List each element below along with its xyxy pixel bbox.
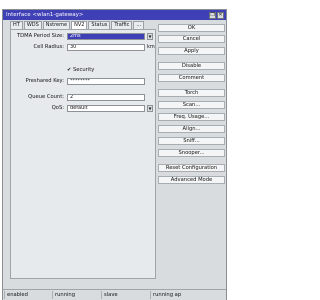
title-bar[interactable]: Interface <wlan1-gateway> ❐ ✕ [3, 10, 226, 20]
freq-usage-button[interactable]: Freq. Usage... [158, 113, 225, 121]
security-checkbox[interactable]: ✔ Security [67, 67, 94, 74]
tab-more[interactable]: ... [133, 21, 145, 29]
preshared-key-label: Preshared Key: [25, 78, 64, 84]
tab-status[interactable]: Status [88, 21, 111, 29]
queue-count-input[interactable]: 2 [67, 94, 145, 101]
status-enabled: enabled [4, 291, 53, 299]
tdma-period-select[interactable]: 2ms [67, 33, 145, 40]
security-label: Security [73, 67, 95, 73]
apply-button[interactable]: Apply [158, 47, 225, 55]
ok-button[interactable]: OK [158, 24, 225, 32]
chevron-down-icon[interactable]: ▼ [147, 33, 153, 40]
chevron-down-icon[interactable]: ▼ [147, 105, 153, 112]
snooper-button[interactable]: Snooper... [158, 149, 225, 157]
tdma-period-label: TDMA Period Size: [16, 33, 64, 39]
scan-button[interactable]: Scan... [158, 101, 225, 109]
preshared-key-input[interactable]: ******** [67, 78, 145, 85]
status-running-ap: running ap [150, 291, 213, 299]
cell-radius-unit: km [147, 44, 155, 50]
interface-window: Interface <wlan1-gateway> ❐ ✕ HT WDS Nst… [2, 9, 227, 300]
tab-nv2[interactable]: NV2 [71, 21, 88, 29]
status-bar: enabled running slave running ap [3, 289, 226, 300]
tab-traffic[interactable]: Traffic [111, 21, 133, 29]
tab-nstreme[interactable]: Nstreme [42, 21, 71, 29]
window-title: Interface <wlan1-gateway> [6, 12, 84, 18]
restore-icon[interactable]: ❐ [209, 11, 216, 19]
tab-wds[interactable]: WDS [23, 21, 42, 29]
advanced-mode-button[interactable]: Advanced Mode [158, 176, 225, 184]
cell-radius-input[interactable]: 30 [67, 44, 145, 51]
tab-ht[interactable]: HT [10, 21, 23, 29]
tab-bar: HT WDS Nstreme NV2 Status Traffic ... [10, 21, 145, 29]
cancel-button[interactable]: Cancel [158, 35, 225, 43]
torch-button[interactable]: Torch [158, 89, 225, 97]
status-running: running [52, 291, 102, 299]
sniff-button[interactable]: Sniff... [158, 137, 225, 145]
queue-count-label: Queue Count: [28, 94, 64, 100]
status-mode: slave [101, 291, 151, 299]
disable-button[interactable]: Disable [158, 62, 225, 70]
nv2-settings-panel: TDMA Period Size: 2ms ▼ Cell Radius: 30 … [10, 29, 156, 279]
qos-label: QoS: [51, 105, 64, 111]
cell-radius-label: Cell Radius: [33, 44, 65, 50]
close-icon[interactable]: ✕ [217, 11, 224, 19]
comment-button[interactable]: Comment [158, 74, 225, 82]
reset-configuration-button[interactable]: Reset Configuration [158, 164, 225, 172]
qos-select[interactable]: default [67, 105, 145, 112]
align-button[interactable]: Align... [158, 125, 225, 133]
